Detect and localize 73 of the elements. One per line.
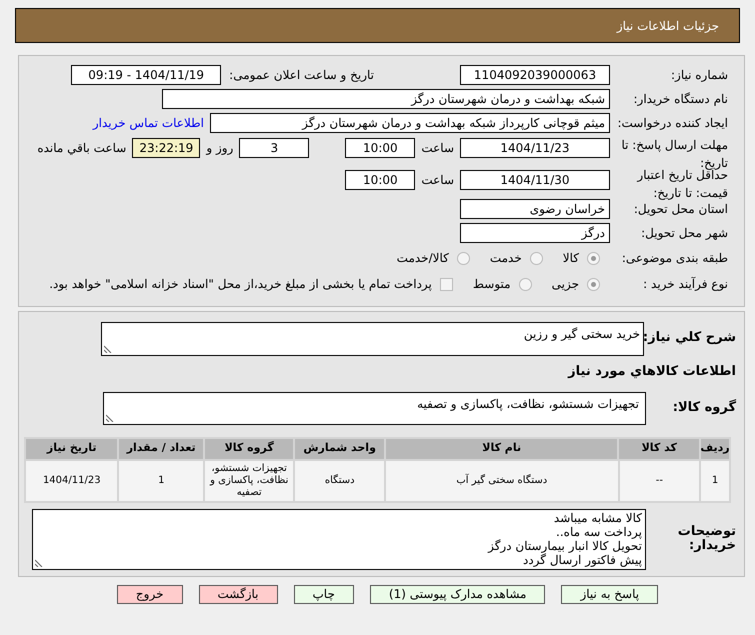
deadline-time-field: 10:00 <box>345 138 416 158</box>
goods-group-field[interactable]: تجهیزات شستشو، نظافت، پاکسازی و تصفیه <box>103 392 646 424</box>
buyer-contact-link[interactable]: اطلاعات تماس خریدار <box>92 114 204 132</box>
radio-label: کالا <box>562 250 579 267</box>
column-header: گروه کالا <box>204 438 294 458</box>
table-cell: 1404/11/23 <box>26 460 118 500</box>
radio-label: جزیی <box>552 276 579 293</box>
action-button[interactable]: بازگشت <box>198 584 278 604</box>
validity-date-field: 1404/11/30 <box>460 170 610 190</box>
radio-button[interactable] <box>518 278 532 290</box>
field-label: شهر محل تحویل: <box>640 225 728 242</box>
table-cell: تجهیزات شستشو، نظافت، پاکسازی و تصفیه <box>205 460 294 500</box>
action-button[interactable]: پاسخ به نیاز <box>561 584 658 604</box>
field-label: استان محل تحویل: <box>632 201 728 218</box>
field-label: شماره نیاز: <box>670 67 728 84</box>
field-label: طبقه بندی موضوعی: <box>620 250 728 267</box>
column-header: کد کالا <box>619 438 699 458</box>
radio-button[interactable] <box>587 252 600 264</box>
section-title: اطلاعات کالاهاي مورد نیاز <box>566 363 736 381</box>
action-button[interactable]: خروج <box>116 584 182 604</box>
resize-grip-icon[interactable] <box>106 414 114 422</box>
table-cell: 1 <box>119 460 203 500</box>
requester-field: میثم قوچانی کارپرداز شبکه بهداشت و درمان شهرستان درگز <box>210 113 610 133</box>
table-cell: دستگاه سختی گیر آب <box>386 460 618 500</box>
field-label: تاریخ و ساعت اعلان عمومی: <box>229 67 374 84</box>
field-label: حداقل تاریخ اعتبار قیمت: تا تاریخ: <box>636 168 728 202</box>
field-label: توضیحات خریدار: <box>676 525 736 553</box>
column-header: واحد شمارش <box>295 438 384 458</box>
note-line: تحویل کالا انبار بیمارستان درگز <box>488 538 642 552</box>
column-header: تاریخ نیاز <box>26 438 118 458</box>
column-header: نام کالا <box>386 438 618 458</box>
field-label: روز و <box>206 140 234 157</box>
radio-label: کالا/خدمت <box>396 250 449 267</box>
radio-label: خدمت <box>490 250 522 267</box>
action-button[interactable]: مشاهده مدارک پیوستی (1) <box>370 584 546 604</box>
radio-button[interactable] <box>587 278 600 290</box>
checkbox[interactable] <box>440 278 453 290</box>
remaining-time-field: 23:22:19 <box>132 138 200 158</box>
field-label: نام دستگاه خریدار: <box>632 91 728 108</box>
radio-button[interactable] <box>456 252 470 264</box>
note-line: پیش فاکتور ارسال گردد <box>522 552 642 566</box>
buyer-org-field: شبکه بهداشت و درمان شهرستان درگز <box>162 89 610 109</box>
province-field: خراسان رضوی <box>460 199 610 219</box>
column-header: ردیف <box>701 438 729 458</box>
description-field[interactable]: خرید سختی گیر و رزین <box>101 322 644 356</box>
note-line: پرداخت سه ماه.. <box>556 524 642 538</box>
radio-label: متوسط <box>472 276 511 293</box>
deadline-date-field: 1404/11/23 <box>460 138 610 158</box>
field-label: نوع فرآیند خرید : <box>642 276 728 293</box>
page-title: جزئیات اطلاعات نیاز <box>616 18 719 34</box>
table-cell: دستگاه <box>295 460 384 500</box>
field-label: شرح کلي نیاز: <box>644 329 736 347</box>
days-field: 3 <box>239 138 310 158</box>
column-header: تعداد / مقدار <box>119 438 203 458</box>
need-number-field: 1104092039000063 <box>460 65 610 85</box>
field-label: ساعت باقي مانده <box>37 140 126 157</box>
validity-time-field: 10:00 <box>345 170 416 190</box>
radio-button[interactable] <box>530 252 543 264</box>
table-cell: 1 <box>701 460 729 500</box>
checkbox-label: پرداخت تمام یا بخشی از مبلغ خرید،از محل "اسناد خزانه اسلامی" خواهد بود. <box>49 276 432 293</box>
table-cell: -- <box>620 460 700 500</box>
note-line: کالا مشابه میباشد <box>554 510 642 524</box>
city-field: درگز <box>460 223 610 243</box>
action-button[interactable]: چاپ <box>294 584 354 604</box>
field-label: ساعت <box>421 140 454 157</box>
field-label: گروه کالا: <box>672 398 736 418</box>
announce-date-field: 1404/11/19 - 09:19 <box>71 65 222 85</box>
resize-grip-icon[interactable] <box>35 558 43 566</box>
resize-grip-icon[interactable] <box>104 345 112 353</box>
field-label: مهلت ارسال پاسخ: تا تاریخ: <box>620 137 728 170</box>
field-label: ایجاد کننده درخواست: <box>616 115 728 132</box>
buyer-notes-field[interactable]: کالا مشابه میباشد پرداخت سه ماه.. تحویل کالا انبار بیمارستان درگز پیش فاکتور ارسال گردد <box>32 508 646 570</box>
field-label: ساعت <box>421 172 454 189</box>
